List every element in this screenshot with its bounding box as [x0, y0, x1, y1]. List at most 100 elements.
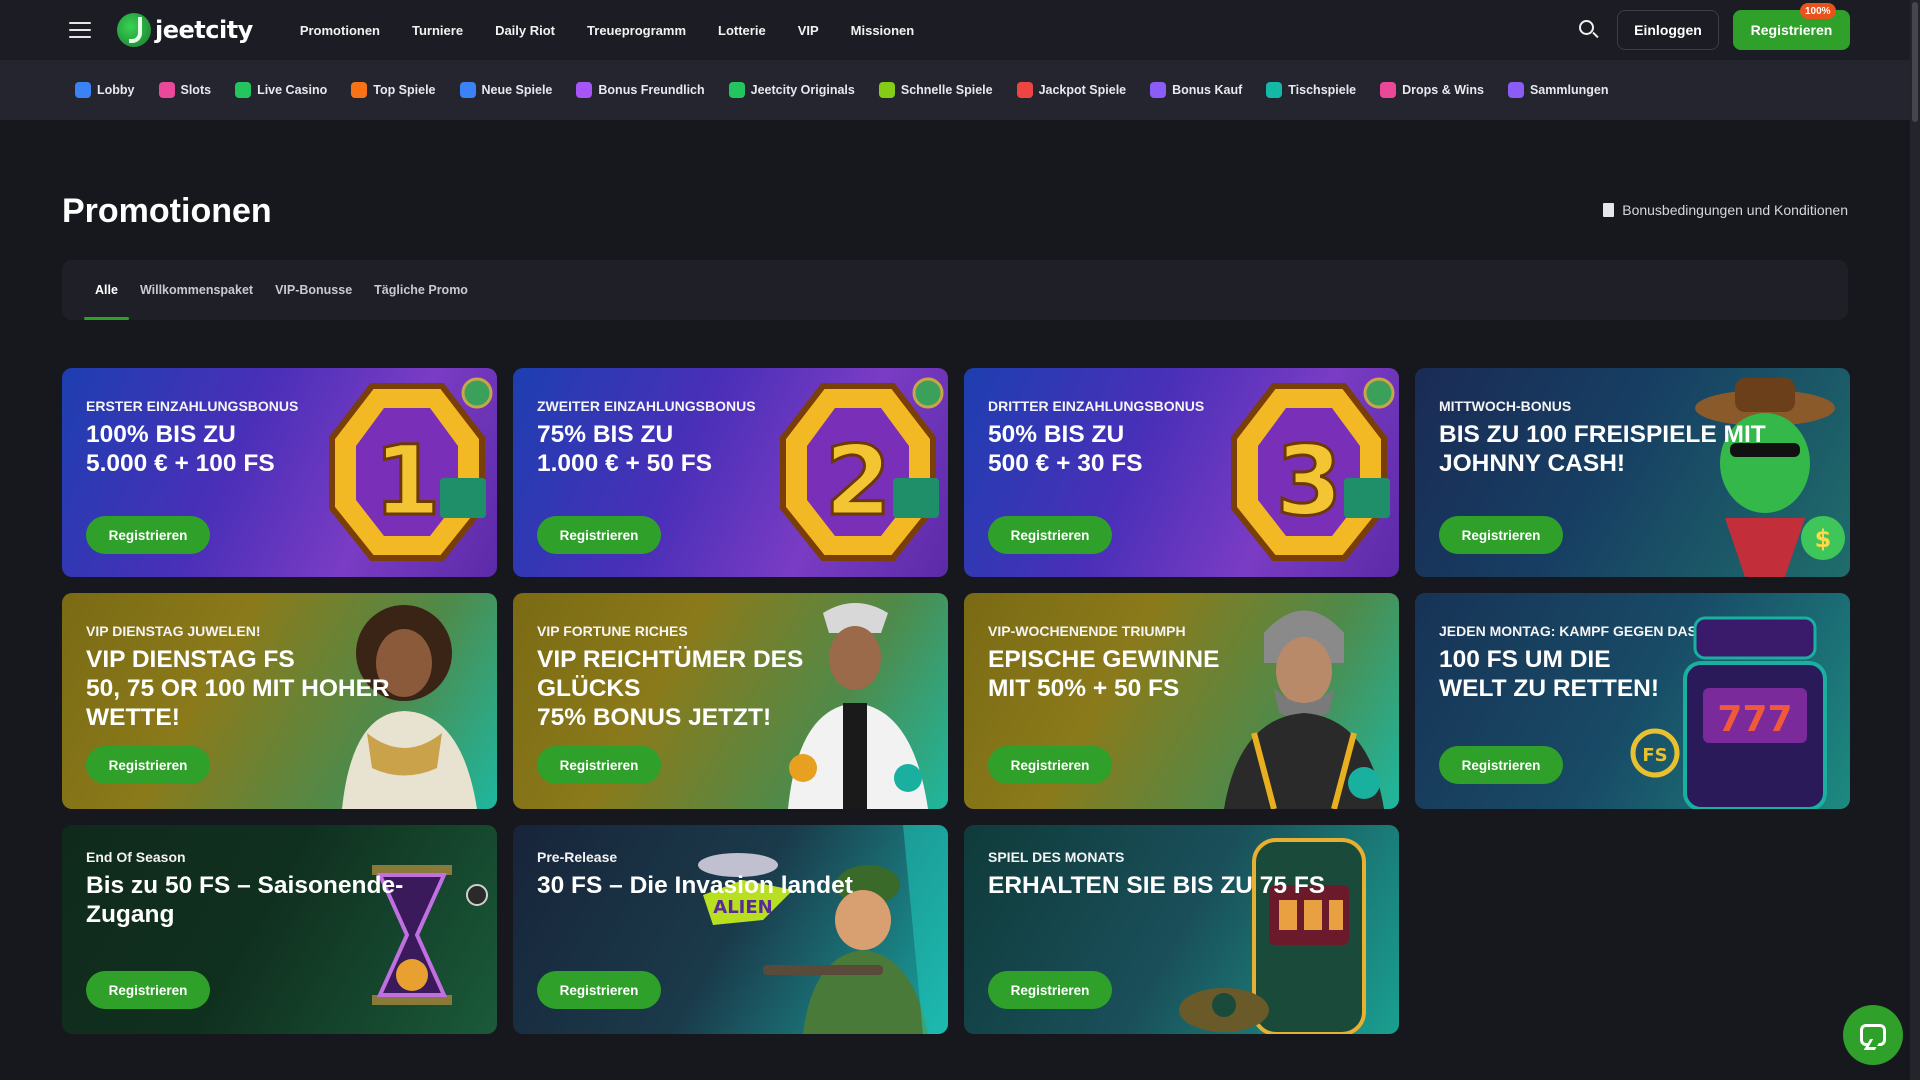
category-neue-spiele[interactable]: Neue Spiele	[459, 82, 553, 98]
promo-card[interactable]: 1 ERSTER EINZAHLUNGSBONUS 100% BIS ZU 5.…	[62, 368, 497, 577]
category-bonus-freundlich[interactable]: Bonus Freundlich	[576, 82, 705, 98]
scrollbar-thumb[interactable]	[1912, 2, 1918, 122]
promo-label: ERSTER EINZAHLUNGSBONUS	[86, 398, 299, 414]
lightning-icon	[878, 82, 895, 98]
category-label: Bonus Freundlich	[598, 83, 705, 97]
tab-vip-bonusse[interactable]: VIP-Bonusse	[264, 260, 363, 320]
promo-card[interactable]: SPIEL DES MONATS ERHALTEN SIE BIS ZU 75 …	[964, 825, 1399, 1034]
bonus-badge: 100%	[1800, 3, 1836, 19]
live-icon	[235, 82, 252, 98]
category-tischspiele[interactable]: Tischspiele	[1266, 82, 1356, 98]
cherries-icon	[158, 82, 175, 98]
promo-label: SPIEL DES MONATS	[988, 849, 1125, 865]
promo-label: ZWEITER EINZAHLUNGSBONUS	[537, 398, 756, 414]
fire-icon	[351, 82, 368, 98]
category-label: Lobby	[97, 83, 135, 97]
promo-headline: 50% BIS ZU 500 € + 30 FS	[988, 421, 1143, 477]
svg-text:ALIEN: ALIEN	[713, 897, 772, 918]
category-sammlungen[interactable]: Sammlungen	[1507, 82, 1608, 98]
nav-missionen[interactable]: Missionen	[851, 23, 915, 38]
promo-card[interactable]: VIP DIENSTAG JUWELEN! VIP DIENSTAG FS 50…	[62, 593, 497, 809]
category-lobby[interactable]: Lobby	[75, 82, 135, 98]
promo-headline: 100% BIS ZU 5.000 € + 100 FS	[86, 421, 275, 477]
category-live-casino[interactable]: Live Casino	[235, 82, 327, 98]
nav-lotterie[interactable]: Lotterie	[718, 23, 766, 38]
promo-register-button[interactable]: Registrieren	[988, 746, 1112, 784]
promo-label: DRITTER EINZAHLUNGSBONUS	[988, 398, 1205, 414]
category-label: Jeetcity Originals	[750, 83, 855, 97]
promo-headline: Bis zu 50 FS – Saisonende-Zugang	[86, 872, 404, 928]
category-jackpot-spiele[interactable]: Jackpot Spiele	[1016, 82, 1126, 98]
promo-card[interactable]: VIP FORTUNE RICHES VIP REICHTÜMER DES GL…	[513, 593, 948, 809]
category-label: Slots	[180, 83, 212, 97]
promo-register-button[interactable]: Registrieren	[1439, 516, 1563, 554]
slot-cake-icon	[1179, 838, 1366, 1034]
svg-text:777: 777	[1717, 699, 1792, 740]
main-nav: Promotionen Turniere Daily Riot Treuepro…	[300, 23, 946, 38]
tab-taegliche-promo[interactable]: Tägliche Promo	[363, 260, 479, 320]
promo-card[interactable]: $ MITTWOCH-BONUS BIS ZU 100 FREISPIELE M…	[1415, 368, 1850, 577]
promo-headline: ERHALTEN SIE BIS ZU 75 FS	[988, 872, 1326, 899]
nav-promotionen[interactable]: Promotionen	[300, 23, 380, 38]
promo-register-button[interactable]: Registrieren	[86, 971, 210, 1009]
category-label: Tischspiele	[1288, 83, 1357, 97]
promo-register-button[interactable]: Registrieren	[86, 746, 210, 784]
category-label: Bonus Kauf	[1172, 83, 1243, 97]
promo-label: VIP DIENSTAG JUWELEN!	[86, 623, 261, 639]
promo-register-button[interactable]: Registrieren	[1439, 746, 1563, 784]
category-bar: Lobby Slots Live Casino Top Spiele Neue Spie…	[0, 60, 1910, 120]
gift-icon	[576, 82, 593, 98]
promo-card[interactable]: 2 ZWEITER EINZAHLUNGSBONUS 75% BIS ZU 1.…	[513, 368, 948, 577]
terms-link-label: Bonusbedingungen und Konditionen	[1622, 202, 1848, 218]
hourglass-icon	[372, 865, 488, 1005]
tab-willkommenspaket[interactable]: Willkommenspaket	[129, 260, 264, 320]
promo-card[interactable]: ALIEN Pre-Release 30 FS – Die Invasion l…	[513, 825, 948, 1034]
logo-text: jeetcity	[155, 16, 253, 44]
nav-turniere[interactable]: Turniere	[412, 23, 463, 38]
category-label: Schnelle Spiele	[900, 83, 993, 97]
promo-card[interactable]: 777 FS JEDEN MONTAG: KAMPF GEGEN DAS BÖS…	[1415, 593, 1850, 809]
promo-headline: 30 FS – Die Invasion landet	[537, 872, 853, 899]
login-button[interactable]: Einloggen	[1617, 10, 1719, 50]
svg-text:$: $	[1815, 525, 1832, 553]
jackpot-icon	[1016, 82, 1033, 98]
promo-register-button[interactable]: Registrieren	[988, 516, 1112, 554]
chat-button[interactable]	[1843, 1005, 1903, 1065]
chat-icon	[1860, 1024, 1886, 1046]
alien-xvasion-icon: ALIEN	[698, 825, 948, 1034]
promo-headline: VIP REICHTÜMER DES GLÜCKS 75% BONUS JETZ…	[537, 646, 804, 731]
home-icon	[75, 82, 91, 98]
nav-treueprogramm[interactable]: Treueprogramm	[587, 23, 686, 38]
search-icon[interactable]	[1577, 18, 1599, 40]
tab-alle[interactable]: Alle	[84, 260, 129, 320]
promo-register-button[interactable]: Registrieren	[988, 971, 1112, 1009]
promo-card[interactable]: End Of Season Bis zu 50 FS – Saisonende-…	[62, 825, 497, 1034]
category-top-spiele[interactable]: Top Spiele	[351, 82, 436, 98]
jeetcity-logo-icon	[117, 13, 151, 47]
category-schnelle-spiele[interactable]: Schnelle Spiele	[878, 82, 993, 98]
promo-register-button[interactable]: Registrieren	[537, 746, 661, 784]
promo-label: End Of Season	[86, 849, 186, 865]
promo-card[interactable]: VIP-WOCHENENDE TRIUMPH EPISCHE GEWINNE M…	[964, 593, 1399, 809]
menu-icon[interactable]	[69, 22, 91, 38]
page-title: Promotionen	[62, 192, 272, 230]
calendar-icon	[459, 82, 476, 98]
promo-label: VIP FORTUNE RICHES	[537, 623, 688, 639]
category-bonus-kauf[interactable]: Bonus Kauf	[1150, 82, 1242, 98]
category-drops-wins[interactable]: Drops & Wins	[1380, 82, 1484, 98]
category-label: Top Spiele	[373, 83, 436, 97]
nav-vip[interactable]: VIP	[798, 23, 819, 38]
category-slots[interactable]: Slots	[158, 82, 212, 98]
promo-register-button[interactable]: Registrieren	[86, 516, 210, 554]
promo-register-button[interactable]: Registrieren	[537, 516, 661, 554]
promo-card[interactable]: 3 DRITTER EINZAHLUNGSBONUS 50% BIS ZU 50…	[964, 368, 1399, 577]
category-jeetcity-originals[interactable]: Jeetcity Originals	[728, 82, 855, 98]
scrollbar[interactable]	[1910, 0, 1920, 1080]
terms-link[interactable]: Bonusbedingungen und Konditionen	[1603, 202, 1848, 218]
nav-daily-riot[interactable]: Daily Riot	[495, 23, 555, 38]
logo[interactable]: jeetcity	[117, 10, 253, 50]
jeetcity-icon	[728, 82, 745, 98]
category-label: Neue Spiele	[481, 83, 553, 97]
promo-headline: VIP DIENSTAG FS 50, 75 OR 100 MIT HOHER …	[86, 646, 390, 731]
promo-register-button[interactable]: Registrieren	[537, 971, 661, 1009]
